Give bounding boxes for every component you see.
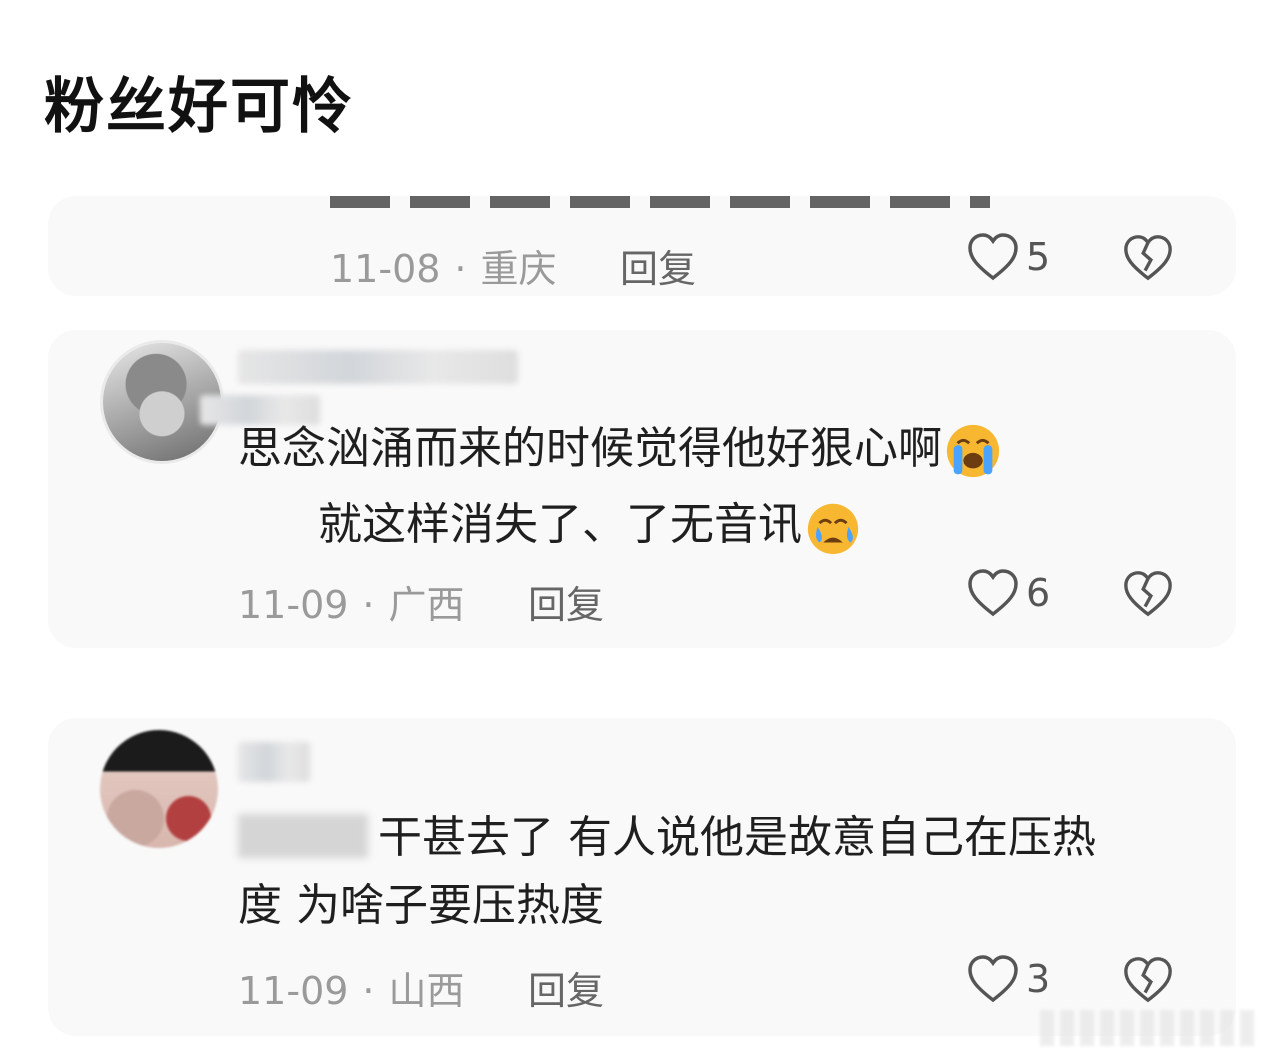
post-title: 粉丝好可怜: [44, 72, 354, 142]
reply-button[interactable]: 回复: [528, 574, 604, 629]
comment-text: 干甚去了 有人说他是故意自己在压热: [378, 812, 1096, 863]
like-button[interactable]: 3: [966, 954, 1050, 1004]
heart-outline-icon: [968, 955, 1018, 1003]
comment-text-line: 度 为啥子要压热度: [238, 884, 604, 928]
heart-outline-icon: [968, 569, 1018, 617]
like-count: 6: [1026, 571, 1051, 615]
comment-location: 广西: [388, 583, 465, 627]
like-button[interactable]: 5: [966, 232, 1050, 282]
like-count: 3: [1026, 957, 1051, 1001]
comment-text: 度 为啥子要压热度: [238, 880, 604, 931]
avatar[interactable]: [100, 730, 218, 848]
meta-separator: ·: [362, 583, 375, 627]
watermark-blurred: [1040, 1010, 1260, 1046]
like-button[interactable]: 6: [966, 568, 1050, 618]
comment-meta: 11-09 · 山西: [238, 960, 465, 1015]
meta-separator: ·: [454, 247, 467, 291]
reply-button[interactable]: 回复: [528, 960, 604, 1015]
reply-button[interactable]: 回复: [620, 238, 696, 293]
broken-heart-icon[interactable]: [1122, 232, 1174, 284]
comment-location: 山西: [388, 969, 465, 1013]
cut-off-comment-text: [330, 196, 990, 208]
comment-date: 11-09: [238, 583, 349, 627]
meta-separator: ·: [362, 969, 375, 1013]
comment-card: [48, 718, 1236, 1036]
like-count: 5: [1026, 235, 1051, 279]
comment-date: 11-08: [330, 247, 441, 291]
comment-location: 重庆: [480, 247, 557, 291]
heart-outline-icon: [968, 233, 1018, 281]
crying-face-emoji: [807, 503, 859, 555]
comment-text: 就这样消失了、了无音讯: [318, 499, 802, 550]
comment-text-line: 就这样消失了、了无音讯: [318, 498, 862, 556]
broken-heart-icon[interactable]: [1122, 568, 1174, 620]
comment-card: [48, 330, 1236, 648]
loudly-crying-face-emoji: [946, 424, 1000, 478]
blurred-region: [200, 395, 320, 425]
comment-text-line: 干甚去了 有人说他是故意自己在压热: [378, 816, 1096, 860]
comment-meta: 11-08 · 重庆: [330, 238, 557, 293]
comment-text: 思念汹涌而来的时候觉得他好狠心啊: [238, 423, 942, 474]
comment-text-line: 思念汹涌而来的时候觉得他好狠心啊: [238, 422, 1002, 480]
username-blurred[interactable]: [238, 350, 518, 384]
screenshot-page: 粉丝好可怜 11-08 · 重庆 回复 5 思念汹涌而来的时候觉得他好狠心啊 就这样…: [0, 0, 1284, 1064]
comment-date: 11-09: [238, 969, 349, 1013]
username-blurred[interactable]: [238, 742, 310, 782]
comment-meta: 11-09 · 广西: [238, 574, 465, 629]
broken-heart-icon[interactable]: [1122, 954, 1174, 1006]
blurred-region: [238, 814, 368, 858]
